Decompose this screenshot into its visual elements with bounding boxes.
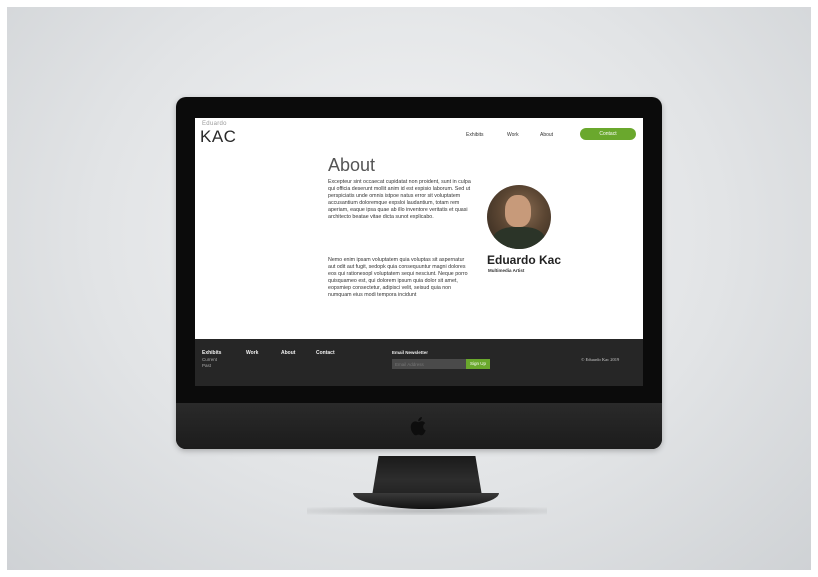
site-footer: Exhibits Current Past Work About Contact…: [195, 339, 643, 386]
footer-work-link[interactable]: Work: [246, 350, 258, 356]
site-header: Eduardo KAC Exhibits Work About Contact: [195, 118, 643, 154]
artist-avatar: [487, 185, 551, 249]
about-paragraph-1: Excepteur sint occaecat cupidatat non pr…: [328, 179, 471, 221]
footer-contact-link[interactable]: Contact: [316, 350, 335, 356]
artist-role: Multimedia Artist: [488, 268, 525, 273]
apple-logo-icon: [410, 417, 426, 436]
copyright-text: © Eduardo Kac 2019: [581, 357, 620, 362]
footer-exhibits-link[interactable]: Exhibits: [202, 350, 221, 356]
page-title: About: [328, 155, 376, 175]
footer-current-link[interactable]: Current: [202, 357, 217, 362]
footer-about-link[interactable]: About: [281, 350, 295, 356]
site-logo[interactable]: KAC: [200, 127, 236, 147]
avatar-face: [505, 195, 531, 227]
contact-button[interactable]: Contact: [580, 128, 636, 140]
newsletter-label: Email Newsletter: [392, 350, 429, 355]
monitor-stand-neck: [372, 456, 482, 496]
signup-button[interactable]: Sign Up: [466, 359, 490, 369]
artist-name: Eduardo Kac: [487, 253, 562, 267]
nav-about[interactable]: About: [540, 132, 553, 138]
nav-exhibits[interactable]: Exhibits: [466, 132, 484, 138]
avatar-shoulders: [493, 227, 545, 249]
monitor: Eduardo KAC Exhibits Work About Contact …: [176, 97, 662, 449]
nav-work[interactable]: Work: [507, 132, 519, 138]
website-screen: Eduardo KAC Exhibits Work About Contact …: [195, 118, 643, 386]
about-paragraph-2: Nemo enim ipsam voluptatem quia voluptas…: [328, 257, 468, 299]
email-input[interactable]: [392, 359, 466, 369]
footer-past-link[interactable]: Past: [202, 363, 211, 368]
monitor-chin: [176, 403, 662, 449]
